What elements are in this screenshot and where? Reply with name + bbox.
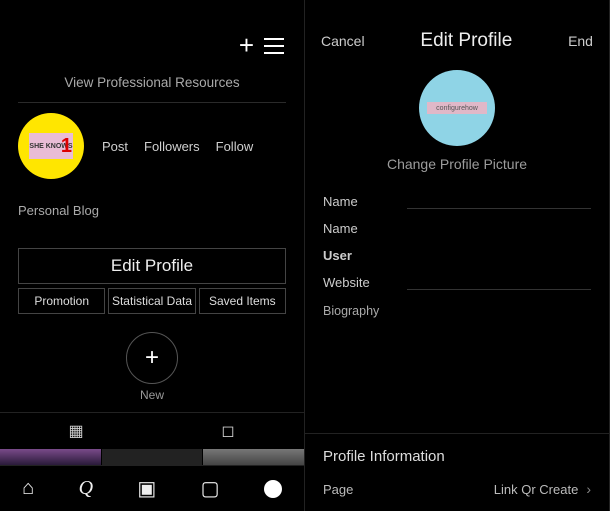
professional-resources-link[interactable]: View Professional Resources [18,69,286,103]
reels-icon[interactable] [137,476,156,501]
home-icon[interactable] [22,477,34,500]
edit-avatar[interactable]: configurehow [419,70,495,146]
add-highlight-icon[interactable]: + [126,332,178,384]
search-icon[interactable] [79,477,93,500]
statistical-data-button[interactable]: Statistical Data [108,288,195,314]
tab-grid-icon[interactable] [0,413,152,449]
stat-followers[interactable]: Followers [144,139,200,154]
edit-fields: Name Name User Website Biography [305,188,609,358]
post-thumb[interactable] [102,449,203,465]
profile-stats: Post Followers Follow [102,139,253,154]
new-highlight-label: New [0,388,304,402]
field-website[interactable]: Website [323,269,591,296]
field-label: Website [323,275,401,290]
profile-icon[interactable] [264,480,282,498]
edit-avatar-chip: configurehow [427,102,487,114]
profile-header: SHE KNOWS 1 Post Followers Follow [0,113,304,193]
post-thumbnails [0,449,304,465]
post-thumb[interactable] [0,449,101,465]
field-name[interactable]: Name [323,188,591,215]
new-highlight: + New [0,332,304,412]
chevron-right-icon: › [586,481,591,497]
tab-tagged-icon[interactable] [152,413,304,449]
page-link-value: Link Qr Create [494,482,579,497]
profile-tabs [0,412,304,449]
field-user[interactable]: User [323,242,591,269]
promotion-button[interactable]: Promotion [18,288,105,314]
edit-header: Cancel Edit Profile End [305,0,609,64]
name-input[interactable] [407,208,591,209]
profile-information-heading: Profile Information [305,433,609,475]
field-biography[interactable]: Biography [323,296,591,358]
page-label: Page [323,482,353,497]
field-label: User [323,248,401,263]
field-label: Name [323,194,401,209]
menu-icon[interactable] [264,30,284,61]
avatar-badge: 1 [61,135,72,158]
edit-avatar-section: configurehow Change Profile Picture [305,64,609,188]
edit-title: Edit Profile [420,30,512,52]
field-name2[interactable]: Name [323,215,591,242]
add-icon[interactable]: + [239,30,254,61]
page-link-row[interactable]: Page Link Qr Create › [305,475,609,511]
shop-icon[interactable] [201,476,220,501]
bottom-nav [0,465,304,511]
page-link[interactable]: Link Qr Create › [494,481,591,497]
avatar[interactable]: SHE KNOWS 1 [18,113,84,179]
done-button[interactable]: End [568,33,593,49]
cancel-button[interactable]: Cancel [321,33,365,49]
stat-follow[interactable]: Follow [216,139,254,154]
profile-panel: + View Professional Resources SHE KNOWS … [0,0,305,511]
stat-post[interactable]: Post [102,139,128,154]
edit-profile-button[interactable]: Edit Profile [18,248,286,284]
top-actions: + [0,0,304,69]
saved-items-button[interactable]: Saved Items [199,288,286,314]
website-input[interactable] [407,289,591,290]
post-thumb[interactable] [203,449,304,465]
edit-profile-panel: Cancel Edit Profile End configurehow Cha… [305,0,610,511]
field-label: Name [323,221,401,236]
profile-category: Personal Blog [0,193,304,248]
change-picture-link[interactable]: Change Profile Picture [305,156,609,186]
